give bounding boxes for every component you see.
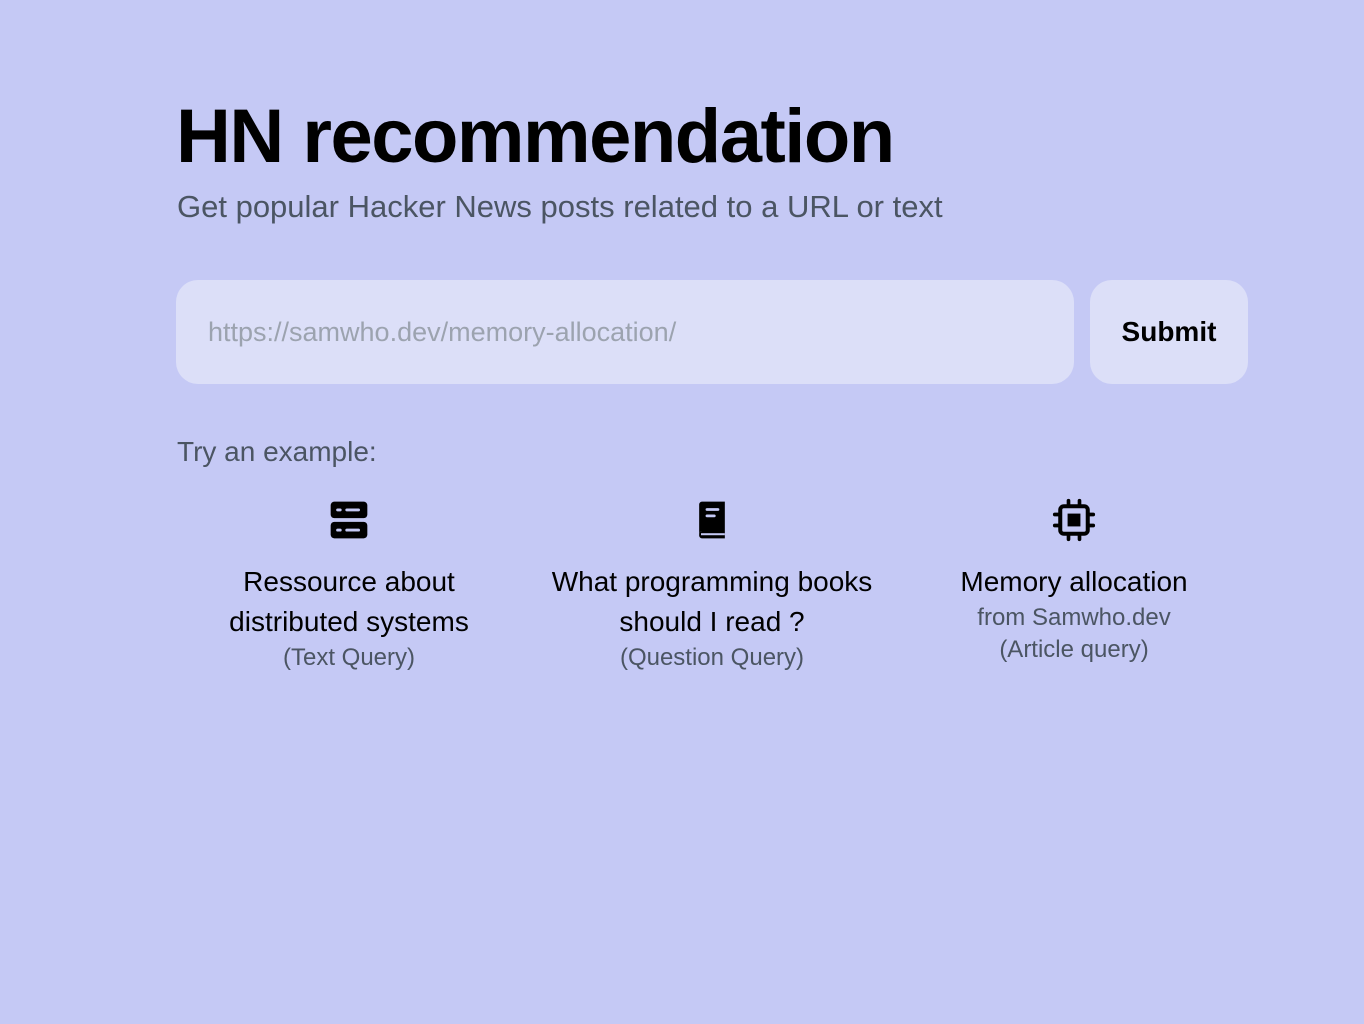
page-subtitle: Get popular Hacker News posts related to… — [177, 189, 943, 224]
example-label-line: Ressource about — [243, 566, 455, 597]
search-form: Submit — [176, 280, 1248, 384]
example-memory-allocation[interactable]: Memory allocation from Samwho.dev (Artic… — [894, 498, 1254, 666]
cpu-chip-icon — [1052, 498, 1096, 542]
example-label: Memory allocation — [894, 562, 1254, 602]
example-label-line: Memory allocation — [960, 566, 1188, 597]
example-programming-books[interactable]: What programming books should I read ? (… — [532, 498, 892, 674]
examples-heading: Try an example: — [177, 436, 377, 467]
main-container: HN recommendation Get popular Hacker New… — [176, 94, 1248, 671]
example-query-type: (Article query) — [999, 636, 1149, 663]
example-label-line: distributed systems — [229, 606, 469, 637]
example-label: What programming books should I read ? — [532, 562, 892, 642]
submit-button[interactable]: Submit — [1090, 280, 1248, 384]
example-distributed-systems[interactable]: Ressource about distributed systems (Tex… — [169, 498, 529, 674]
example-query-type: (Question Query) — [619, 644, 805, 671]
example-source: from Samwho.dev — [977, 604, 1171, 631]
book-icon — [699, 501, 725, 539]
example-label-line: What programming books — [551, 566, 873, 597]
example-label-line: should I read ? — [619, 606, 805, 637]
page-title: HN recommendation — [176, 94, 895, 179]
url-input[interactable] — [176, 280, 1074, 384]
examples-list: Ressource about distributed systems (Tex… — [176, 498, 1248, 688]
example-label: Ressource about distributed systems — [169, 562, 529, 642]
example-query-type: (Text Query) — [282, 644, 416, 671]
server-icon — [330, 501, 368, 539]
